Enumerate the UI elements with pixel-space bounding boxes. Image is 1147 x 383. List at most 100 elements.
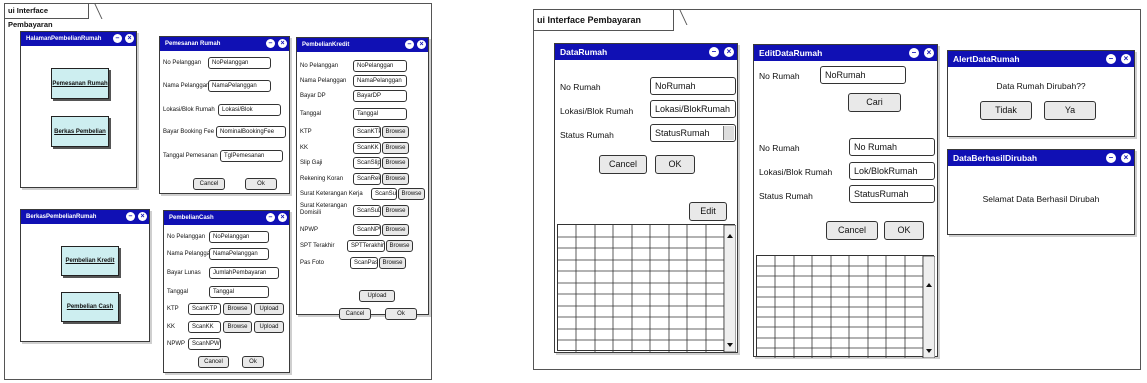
text-field[interactable]: NamaPelanggan bbox=[209, 248, 269, 260]
no-rumah-field[interactable]: No Rumah bbox=[849, 138, 935, 156]
scrollbar[interactable] bbox=[723, 225, 736, 352]
lokasi-field[interactable]: Lokasi/BlokRumah bbox=[650, 100, 736, 118]
text-field[interactable]: ScanSuDom bbox=[353, 205, 381, 217]
close-icon[interactable]: × bbox=[924, 48, 934, 58]
pembelian-kredit-tile[interactable]: Pembelian Kredit bbox=[61, 246, 119, 276]
upload-button[interactable]: Upload bbox=[359, 290, 395, 302]
ya-button[interactable]: Ya bbox=[1044, 101, 1096, 120]
browse-button[interactable]: Browse bbox=[379, 257, 406, 269]
text-field[interactable]: NominalBookingFee bbox=[216, 126, 286, 138]
ok-button[interactable]: OK bbox=[655, 155, 695, 174]
text-field[interactable]: ScanRekKo bbox=[353, 173, 381, 185]
search-no-rumah-field[interactable]: NoRumah bbox=[820, 66, 906, 84]
browse-button[interactable]: Browse bbox=[382, 224, 409, 236]
close-icon[interactable]: × bbox=[417, 40, 426, 49]
text-field[interactable]: ScanNPWP bbox=[188, 338, 221, 350]
field-label: Bayar Booking Fee bbox=[163, 129, 215, 135]
close-icon[interactable]: × bbox=[125, 34, 134, 43]
browse-button[interactable]: Browse bbox=[382, 173, 409, 185]
lokasi-field[interactable]: Lok/BlokRumah bbox=[849, 162, 935, 180]
browse-button[interactable]: Browse bbox=[382, 142, 409, 154]
pemesanan-rumah-tile[interactable]: Pemesanan Rumah bbox=[51, 68, 109, 99]
text-field[interactable]: ScanSlip bbox=[353, 157, 381, 169]
data-rumah-window: DataRumah – × No Rumah NoRumah Lokasi/Blok… bbox=[554, 43, 738, 353]
text-field[interactable]: NoPelanggan bbox=[353, 60, 407, 72]
field-label: No Pelanggan bbox=[163, 60, 202, 66]
berkas-title: BerkasPembelianRumah bbox=[26, 214, 97, 220]
upload-button[interactable]: Upload bbox=[254, 303, 284, 315]
text-field[interactable]: Lokasi/Blok bbox=[218, 104, 281, 116]
status-field[interactable]: StatusRumah bbox=[849, 185, 935, 203]
text-field[interactable]: NoPelanggan bbox=[208, 57, 271, 69]
close-icon[interactable]: × bbox=[1121, 153, 1131, 163]
minimize-icon[interactable]: – bbox=[1106, 54, 1116, 64]
text-field[interactable]: TglPemesanan bbox=[220, 150, 283, 162]
berkas-pembelian-tile[interactable]: Berkas Pembelian bbox=[51, 116, 109, 147]
left-diagram-frame: ui Interface Pembayaran HalamanPembelian… bbox=[4, 3, 432, 380]
close-icon[interactable]: × bbox=[138, 212, 147, 221]
browse-button[interactable]: Browse bbox=[382, 205, 409, 217]
browse-button[interactable]: Browse bbox=[223, 303, 252, 315]
lokasi-label: Lokasi/Blok Rumah bbox=[759, 167, 833, 177]
field-label: Lokasi/Blok Rumah bbox=[163, 107, 215, 113]
upload-button[interactable]: Upload bbox=[254, 321, 284, 333]
minimize-icon[interactable]: – bbox=[709, 47, 719, 57]
text-field[interactable]: ScanSuKe bbox=[371, 188, 397, 200]
ok-button[interactable]: Ok bbox=[245, 178, 277, 190]
text-field[interactable]: JumlahPembayaran bbox=[209, 267, 279, 279]
minimize-icon[interactable]: – bbox=[909, 48, 919, 58]
scrollbar[interactable] bbox=[922, 256, 935, 358]
data-table[interactable] bbox=[756, 255, 935, 358]
pemesanan-rumah-window: Pemesanan Rumah – × Cancel Ok No Pelanggan… bbox=[159, 36, 290, 194]
cancel-button[interactable]: Cancel bbox=[599, 155, 647, 174]
minimize-icon[interactable]: – bbox=[126, 212, 135, 221]
status-select[interactable]: StatusRumah bbox=[650, 124, 736, 142]
lokasi-label: Lokasi/Blok Rumah bbox=[560, 106, 634, 116]
text-field[interactable]: BayarDP bbox=[353, 90, 407, 102]
text-field[interactable]: Tanggal bbox=[209, 286, 269, 298]
text-field[interactable]: Tanggal bbox=[353, 108, 407, 120]
field-label: Tanggal Pemesanan bbox=[163, 153, 218, 159]
minimize-icon[interactable]: – bbox=[266, 213, 275, 222]
text-field[interactable]: NamaPelanggan bbox=[353, 75, 407, 87]
minimize-icon[interactable]: – bbox=[266, 39, 275, 48]
browse-button[interactable]: Browse bbox=[382, 157, 409, 169]
text-field[interactable]: ScanKTP bbox=[188, 303, 221, 315]
cancel-button[interactable]: Cancel bbox=[193, 178, 225, 190]
edit-button[interactable]: Edit bbox=[689, 202, 727, 221]
data-table[interactable] bbox=[557, 224, 736, 352]
pembelian-cash-tile[interactable]: Pembelian Cash bbox=[61, 292, 119, 322]
cancel-button[interactable]: Cancel bbox=[198, 356, 229, 368]
browse-button[interactable]: Browse bbox=[386, 240, 413, 252]
cancel-button[interactable]: Cancel bbox=[339, 308, 371, 320]
close-icon[interactable]: × bbox=[278, 39, 287, 48]
ok-button[interactable]: Ok bbox=[385, 308, 417, 320]
text-field[interactable]: ScanPasFoto bbox=[350, 257, 378, 269]
cari-button[interactable]: Cari bbox=[848, 93, 901, 112]
text-field[interactable]: ScanNPWP bbox=[353, 224, 381, 236]
text-field[interactable]: ScanKK bbox=[188, 321, 221, 333]
no-rumah-field[interactable]: NoRumah bbox=[650, 77, 736, 95]
close-icon[interactable]: × bbox=[1121, 54, 1131, 64]
close-icon[interactable]: × bbox=[278, 213, 287, 222]
search-no-rumah-label: No Rumah bbox=[759, 71, 800, 81]
browse-button[interactable]: Browse bbox=[223, 321, 252, 333]
text-field[interactable]: SPTTerakhir bbox=[347, 240, 385, 252]
minimize-icon[interactable]: – bbox=[405, 40, 414, 49]
field-label: No Pelanggan bbox=[300, 63, 339, 69]
text-field[interactable]: NamaPelanggan bbox=[208, 80, 271, 92]
minimize-icon[interactable]: – bbox=[113, 34, 122, 43]
tidak-button[interactable]: Tidak bbox=[980, 101, 1032, 120]
text-field[interactable]: ScanKK bbox=[353, 142, 381, 154]
close-icon[interactable]: × bbox=[724, 47, 734, 57]
text-field[interactable]: NoPelanggan bbox=[209, 231, 269, 243]
chevron-down-icon[interactable] bbox=[723, 126, 734, 140]
minimize-icon[interactable]: – bbox=[1106, 153, 1116, 163]
kredit-title: PembelianKredit bbox=[302, 42, 350, 48]
text-field[interactable]: ScanKTP bbox=[353, 126, 381, 138]
browse-button[interactable]: Browse bbox=[382, 126, 409, 138]
ok-button[interactable]: OK bbox=[884, 221, 924, 240]
cancel-button[interactable]: Cancel bbox=[826, 221, 878, 240]
ok-button[interactable]: Ok bbox=[242, 356, 264, 368]
browse-button[interactable]: Browse bbox=[398, 188, 425, 200]
